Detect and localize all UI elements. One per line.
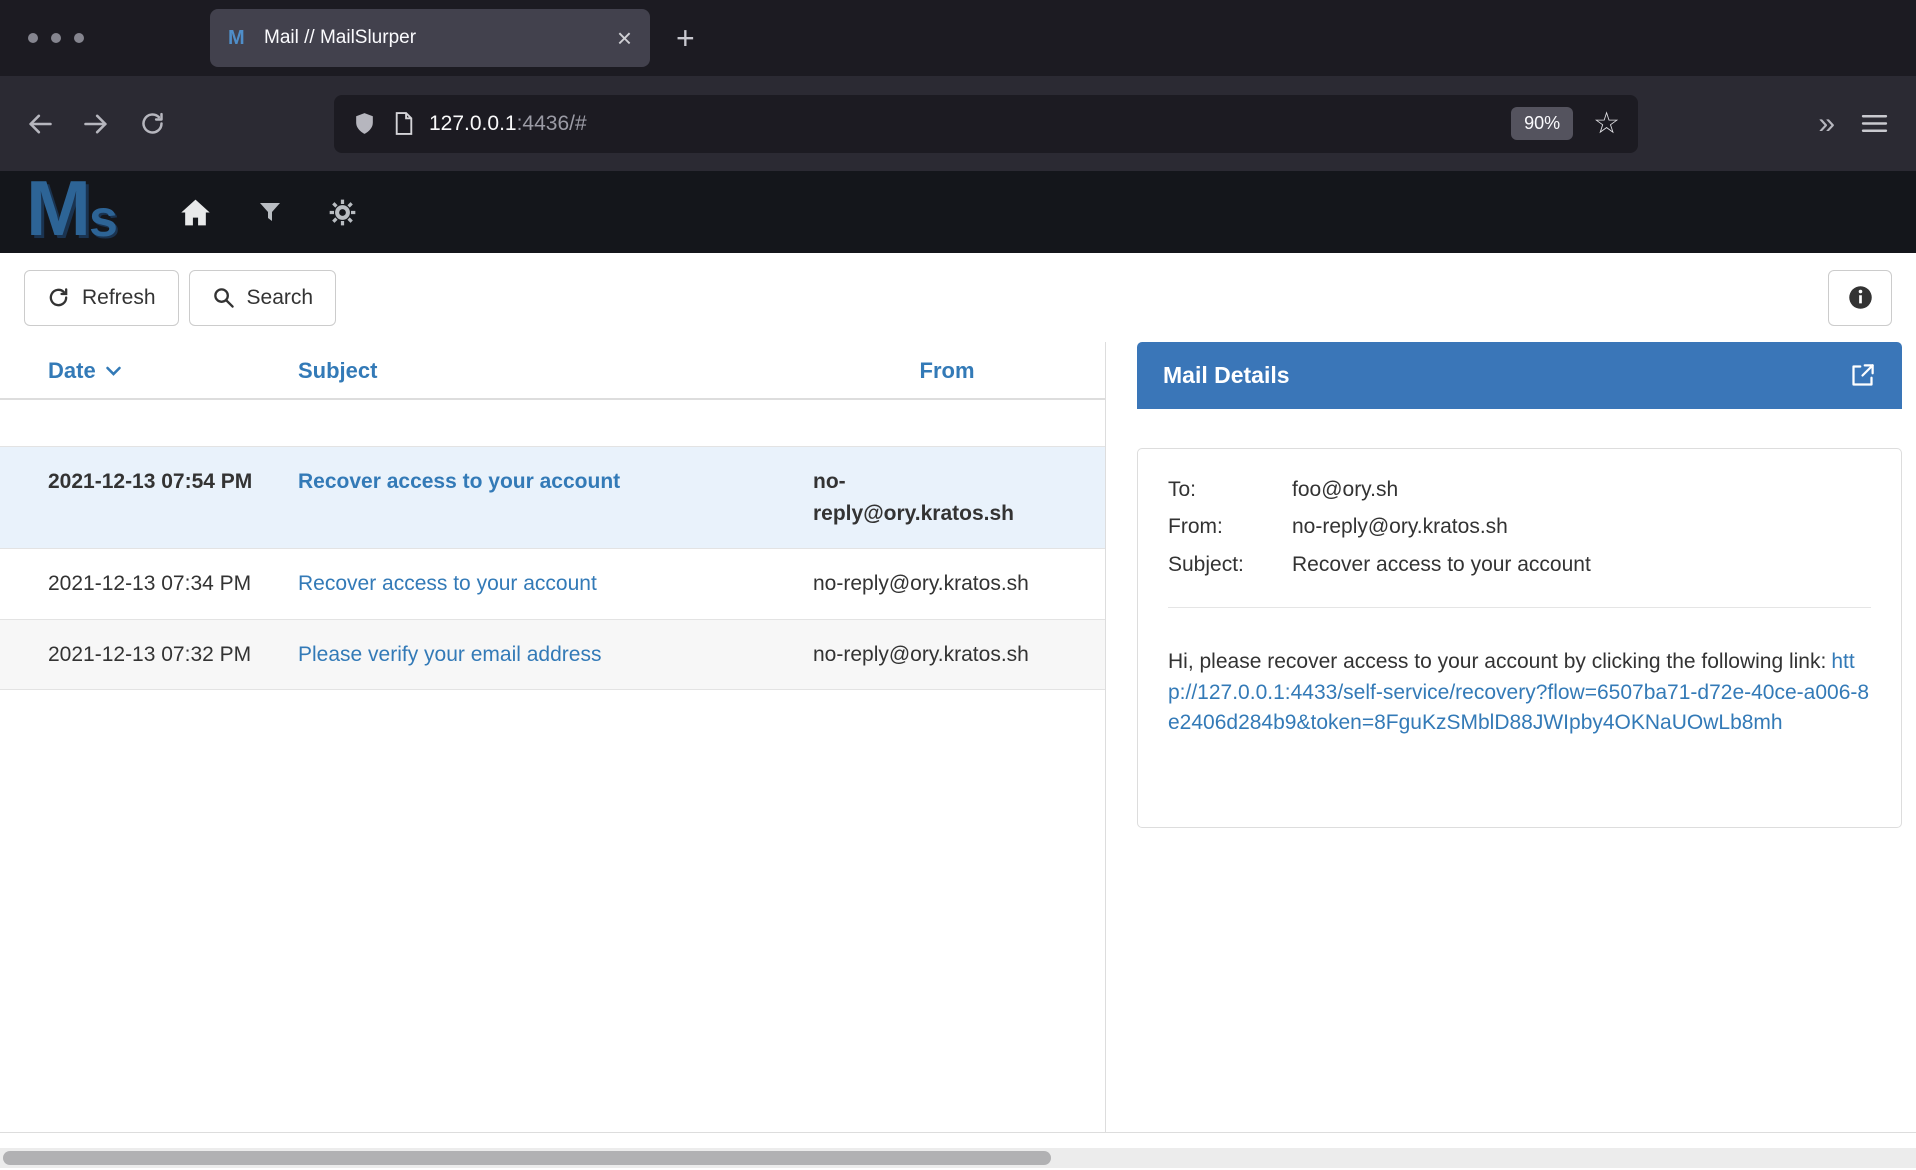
column-header-date-label: Date xyxy=(48,358,96,384)
tab-close-icon[interactable]: × xyxy=(617,25,632,51)
info-icon xyxy=(1847,284,1874,311)
mail-list-pane: Date Subject From 2021-12-13 07:54 PM Re… xyxy=(0,342,1106,1132)
back-arrow-icon xyxy=(26,110,54,138)
mail-details-header: Mail Details xyxy=(1137,342,1902,409)
window-controls[interactable] xyxy=(28,33,84,43)
mail-list-header: Date Subject From xyxy=(0,342,1105,400)
nav-right-group: » xyxy=(1818,109,1888,139)
column-header-subject[interactable]: Subject xyxy=(298,358,813,384)
mail-row[interactable]: 2021-12-13 07:32 PM Please verify your e… xyxy=(0,619,1105,691)
overflow-menu-button[interactable]: » xyxy=(1818,109,1835,139)
mail-from: no-reply@ory.kratos.sh xyxy=(813,639,1081,671)
mail-row[interactable]: 2021-12-13 07:54 PM Recover access to yo… xyxy=(0,446,1105,548)
mail-body: Hi, please recover access to your accoun… xyxy=(1168,647,1871,738)
mailslurper-logo: M s xyxy=(26,171,118,253)
mail-details-card: To: foo@ory.sh From: no-reply@ory.kratos… xyxy=(1137,448,1902,828)
refresh-button-label: Refresh xyxy=(82,286,156,310)
mail-details-pane: Mail Details To: foo@ory.sh From: no-rep… xyxy=(1106,342,1916,1132)
browser-tab-bar: M Mail // MailSlurper × + xyxy=(0,0,1916,76)
filter-icon xyxy=(259,201,281,223)
to-value: foo@ory.sh xyxy=(1292,475,1871,505)
window-control-dot xyxy=(51,33,61,43)
logo-letter-m: M xyxy=(26,171,91,245)
window-control-dot xyxy=(74,33,84,43)
menu-button[interactable] xyxy=(1861,112,1888,135)
popout-button[interactable] xyxy=(1849,362,1876,389)
meta-divider xyxy=(1168,607,1871,608)
mail-from: no-reply@ory.kratos.sh xyxy=(813,466,1081,529)
logo-letter-s: s xyxy=(89,193,118,245)
forward-arrow-icon xyxy=(82,110,110,138)
browser-nav-bar: 127.0.0.1:4436/# 90% ☆ » xyxy=(0,76,1916,171)
url-text: 127.0.0.1:4436/# xyxy=(429,112,587,136)
mail-rows: 2021-12-13 07:54 PM Recover access to yo… xyxy=(0,446,1105,690)
tab-title: Mail // MailSlurper xyxy=(264,27,607,49)
bookmark-star-icon[interactable]: ☆ xyxy=(1593,109,1620,139)
from-label: From: xyxy=(1168,512,1292,542)
refresh-button[interactable]: Refresh xyxy=(24,270,179,326)
bottom-divider xyxy=(0,1132,1916,1133)
refresh-icon xyxy=(47,286,70,309)
mailslurper-favicon-icon: M xyxy=(228,27,254,50)
horizontal-scrollbar-thumb[interactable] xyxy=(3,1151,1051,1165)
mail-row[interactable]: 2021-12-13 07:34 PM Recover access to yo… xyxy=(0,548,1105,619)
window-control-dot xyxy=(28,33,38,43)
browser-tab[interactable]: M Mail // MailSlurper × xyxy=(210,9,650,67)
forward-button[interactable] xyxy=(72,100,120,148)
new-tab-button[interactable]: + xyxy=(676,22,695,54)
gear-icon xyxy=(329,199,356,226)
mail-subject-link[interactable]: Recover access to your account xyxy=(298,572,597,595)
subject-value: Recover access to your account xyxy=(1292,550,1871,580)
subject-label: Subject: xyxy=(1168,550,1292,580)
mail-subject-link[interactable]: Please verify your email address xyxy=(298,643,601,666)
column-header-date[interactable]: Date xyxy=(48,358,298,384)
mail-body-text: Hi, please recover access to your accoun… xyxy=(1168,650,1826,673)
reload-button[interactable] xyxy=(128,100,176,148)
url-host: 127.0.0.1 xyxy=(429,112,517,135)
info-button[interactable] xyxy=(1828,270,1892,326)
main-content: Date Subject From 2021-12-13 07:54 PM Re… xyxy=(0,342,1916,1132)
search-button-label: Search xyxy=(247,286,314,310)
mail-details-title: Mail Details xyxy=(1163,362,1290,389)
column-header-from[interactable]: From xyxy=(813,358,1081,384)
app-nav-icons xyxy=(180,198,356,227)
sort-caret-down-icon xyxy=(105,366,122,377)
app-navbar: M s xyxy=(0,171,1916,253)
settings-button[interactable] xyxy=(329,199,356,226)
back-button[interactable] xyxy=(16,100,64,148)
home-button[interactable] xyxy=(180,198,211,227)
mail-meta: To: foo@ory.sh From: no-reply@ory.kratos… xyxy=(1168,475,1871,580)
reload-icon xyxy=(139,110,166,137)
url-bar[interactable]: 127.0.0.1:4436/# 90% ☆ xyxy=(334,95,1638,153)
from-value: no-reply@ory.kratos.sh xyxy=(1292,512,1871,542)
url-path: :4436/# xyxy=(517,112,587,135)
page-permissions-icon[interactable] xyxy=(393,111,415,136)
hamburger-icon xyxy=(1861,112,1888,135)
home-icon xyxy=(180,198,211,227)
mail-date: 2021-12-13 07:34 PM xyxy=(48,568,298,600)
mail-subject-link[interactable]: Recover access to your account xyxy=(298,470,620,493)
horizontal-scrollbar[interactable] xyxy=(0,1148,1916,1168)
search-button[interactable]: Search xyxy=(189,270,337,326)
search-icon xyxy=(212,286,235,309)
mail-from: no-reply@ory.kratos.sh xyxy=(813,568,1081,600)
zoom-indicator[interactable]: 90% xyxy=(1511,107,1573,140)
app-toolbar: Refresh Search xyxy=(0,253,1916,342)
filter-button[interactable] xyxy=(259,201,281,223)
mail-date: 2021-12-13 07:32 PM xyxy=(48,639,298,671)
shield-icon[interactable] xyxy=(352,111,377,136)
external-link-icon xyxy=(1849,362,1876,389)
to-label: To: xyxy=(1168,475,1292,505)
mail-date: 2021-12-13 07:54 PM xyxy=(48,466,298,529)
browser-window: M Mail // MailSlurper × + 127.0.0.1:4436… xyxy=(0,0,1916,1170)
